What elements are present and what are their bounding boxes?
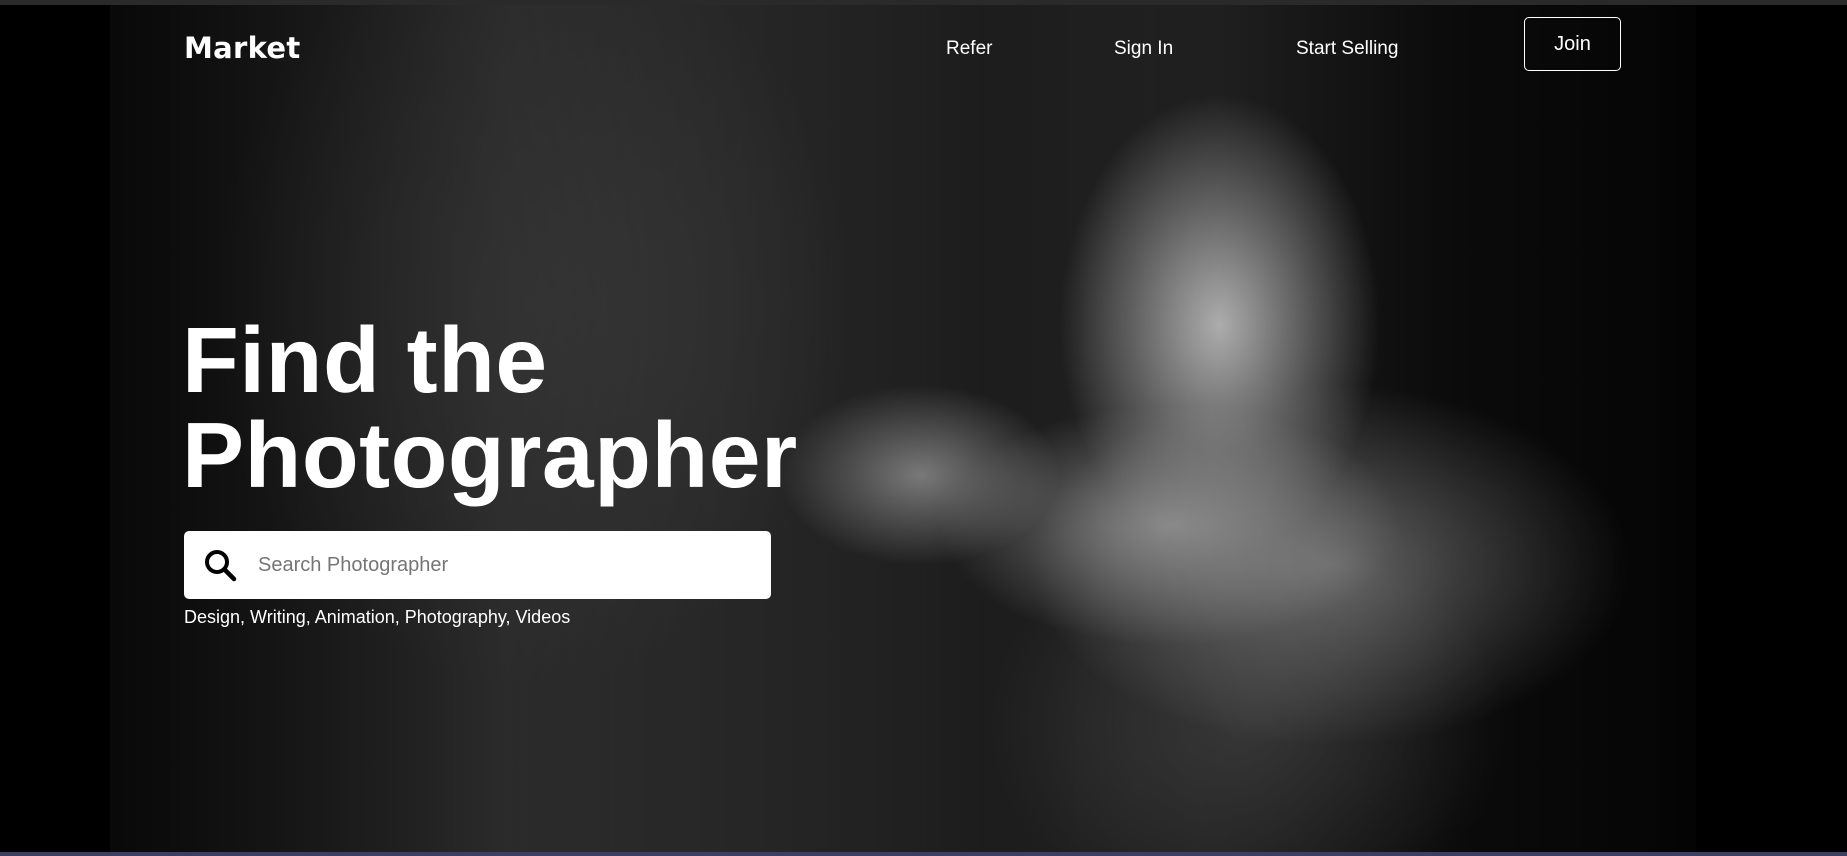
hero-headline-line1: Find the xyxy=(182,308,548,412)
nav-refer-link[interactable]: Refer xyxy=(946,38,992,60)
search-input[interactable] xyxy=(258,545,738,585)
hero-right-margin xyxy=(1696,5,1847,852)
hero-section: Market Refer Sign In Start Selling Join … xyxy=(0,5,1847,852)
nav-sign-in-link[interactable]: Sign In xyxy=(1114,38,1173,60)
hero-headline-line2: Photographer xyxy=(182,403,798,507)
hero-left-margin xyxy=(0,5,110,852)
window-bottom-edge xyxy=(0,852,1847,856)
search-bar[interactable] xyxy=(184,531,771,599)
nav-start-selling-link[interactable]: Start Selling xyxy=(1296,38,1398,60)
search-icon[interactable] xyxy=(202,547,238,583)
hero-headline: Find the Photographer xyxy=(182,313,798,503)
site-logo[interactable]: Market xyxy=(184,31,301,65)
join-button[interactable]: Join xyxy=(1524,17,1621,71)
category-tags: Design, Writing, Animation, Photography,… xyxy=(184,607,571,627)
